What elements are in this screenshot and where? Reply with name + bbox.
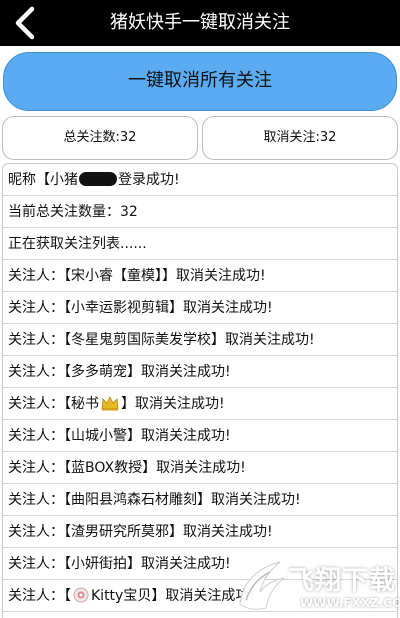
entry-name-start: 【 [64, 588, 71, 604]
cancel-follow-count: 取消关注:32 [202, 116, 398, 160]
entry-prefix: 关注人： [8, 268, 64, 284]
log-entry: 关注人：【曲阳县鸿森石材雕刻】取消关注成功! [3, 484, 397, 516]
entry-result: 取消关注成功! [183, 524, 273, 540]
entry-name: 【宋小睿【童模】】 [64, 268, 176, 284]
entry-result: 取消关注成功! [156, 460, 246, 476]
entry-prefix: 关注人： [8, 396, 64, 412]
log-line-fetching: 正在获取关注列表...... [3, 228, 397, 260]
crown-icon [101, 396, 119, 411]
entry-prefix: 关注人： [8, 300, 64, 316]
entry-prefix: 关注人： [8, 588, 64, 604]
log-entry: 关注人：【多多萌宠】取消关注成功! [3, 356, 397, 388]
app-screen: 猪妖快手一键取消关注 一键取消所有关注 总关注数:32 取消关注:32 昵称【小… [0, 0, 400, 618]
total-follow-count: 总关注数:32 [2, 116, 198, 160]
entry-name: 【冬星鬼剪国际美发学校】 [64, 332, 225, 348]
entry-result: 取消关注成功! [211, 492, 301, 508]
log-entry: 关注人：【宋小睿【童模】】取消关注成功! [3, 260, 397, 292]
entry-result: 取消关注成功! [141, 364, 231, 380]
log-entry: 关注人：【蓝BOX教授】取消关注成功! [3, 452, 397, 484]
entry-name: 【小幸运影视剪辑】 [64, 300, 183, 316]
back-arrow-icon [15, 6, 35, 40]
entry-result: 取消关注成功! [225, 332, 315, 348]
back-button[interactable] [0, 0, 50, 46]
log-entry: 关注人：【 Kitty宝贝】取消关注成功! [3, 580, 397, 612]
entry-result: 取消关注成功! [141, 428, 231, 444]
log-panel[interactable]: 昵称【小猪 登录成功! 当前总关注数量：32 正在获取关注列表...... 关注人… [2, 163, 398, 618]
log-entry: 关注人：【山城小警】取消关注成功! [3, 420, 397, 452]
entry-prefix: 关注人： [8, 524, 64, 540]
log-entry: 关注人：【小幸运影视剪辑】取消关注成功! [3, 292, 397, 324]
redacted-nickname [79, 172, 117, 186]
entry-result: 取消关注成功! [165, 588, 255, 604]
entry-name: 【蓝BOX教授】 [64, 460, 157, 476]
log-line-count: 当前总关注数量：32 [3, 196, 397, 228]
entry-result: 取消关注成功! [176, 268, 266, 284]
entry-prefix: 关注人： [8, 428, 64, 444]
entry-name: 【曲阳县鸿森石材雕刻】 [64, 492, 211, 508]
entry-prefix: 关注人： [8, 492, 64, 508]
log-line-login: 昵称【小猪 登录成功! [3, 164, 397, 196]
login-prefix: 昵称【小猪 [8, 172, 78, 188]
log-entry: 关注人：【渣男研究所莫邪】取消关注成功! [3, 516, 397, 548]
entry-name-start: 【秘书 [64, 396, 99, 412]
log-entry: 关注人：【冬星鬼剪国际美发学校】取消关注成功! [3, 324, 397, 356]
entry-prefix: 关注人： [8, 364, 64, 380]
entry-result: 取消关注成功! [135, 396, 225, 412]
top-bar: 猪妖快手一键取消关注 [0, 0, 400, 46]
entry-name: 【山城小警】 [64, 428, 141, 444]
entry-name-end: 】 [121, 396, 135, 412]
entry-prefix: 关注人： [8, 556, 64, 572]
page-title: 猪妖快手一键取消关注 [110, 12, 290, 33]
entry-name: 【渣男研究所莫邪】 [64, 524, 183, 540]
entry-name: 【小妍街拍】 [64, 556, 141, 572]
login-suffix: 登录成功! [118, 172, 180, 188]
entry-result: 取消关注成功! [183, 300, 273, 316]
log-entry: 关注人：【小妍街拍】取消关注成功! [3, 548, 397, 580]
entry-prefix: 关注人： [8, 332, 64, 348]
entry-name: 【多多萌宠】 [64, 364, 141, 380]
entry-result: 取消关注成功! [141, 556, 231, 572]
doll-avatar-icon [73, 587, 89, 603]
entry-prefix: 关注人： [8, 460, 64, 476]
log-entry: 关注人：【秘书 】取消关注成功! [3, 388, 397, 420]
unfollow-all-button[interactable]: 一键取消所有关注 [3, 52, 397, 111]
entry-name-end: Kitty宝贝】 [91, 588, 166, 604]
